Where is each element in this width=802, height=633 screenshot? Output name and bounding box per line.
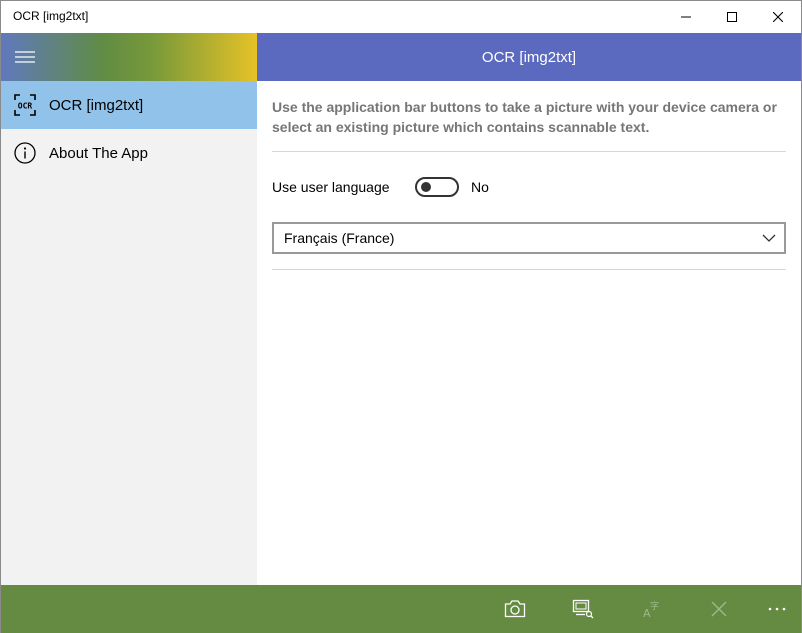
nav-label-ocr: OCR [img2txt] (49, 96, 144, 114)
camera-button[interactable] (491, 585, 539, 633)
nav-item-about[interactable]: About The App (1, 129, 257, 177)
camera-icon (504, 600, 526, 618)
navigation-pane: OCR OCR [img2txt] About The App (1, 33, 257, 585)
application-bar: A 字 (1, 585, 801, 633)
language-selected-value: Français (France) (284, 230, 395, 246)
svg-text:OCR: OCR (18, 102, 33, 111)
clear-icon (711, 601, 727, 617)
nav-label-about: About The App (49, 144, 148, 162)
toggle-knob (421, 182, 431, 192)
user-language-label: Use user language (272, 179, 390, 195)
info-icon (1, 129, 49, 177)
more-button[interactable] (753, 585, 801, 633)
app-window: OCR [img2txt] OCR OCR [img2txt] About Th… (0, 0, 802, 633)
hamburger-icon (15, 51, 35, 63)
minimize-button[interactable] (663, 1, 709, 33)
page-title: OCR [img2txt] (481, 48, 577, 66)
browse-picture-button[interactable] (559, 585, 607, 633)
ocr-scan-icon: OCR (1, 81, 49, 129)
hamburger-button[interactable] (1, 33, 49, 81)
content-area: OCR [img2txt] Use the application bar bu… (257, 33, 801, 585)
more-icon (768, 607, 786, 611)
translate-button[interactable]: A 字 (628, 585, 676, 633)
intro-text: Use the application bar buttons to take … (272, 99, 777, 135)
nav-item-ocr[interactable]: OCR OCR [img2txt] (1, 81, 257, 129)
divider (272, 269, 786, 270)
browse-picture-icon (572, 599, 594, 619)
user-language-state: No (471, 179, 489, 195)
close-button[interactable] (755, 1, 801, 33)
page-header: OCR [img2txt] (257, 33, 801, 81)
clear-button[interactable] (695, 585, 743, 633)
divider (272, 151, 786, 152)
translate-icon: A 字 (643, 600, 659, 619)
close-icon (773, 12, 783, 22)
title-bar: OCR [img2txt] (1, 1, 801, 33)
window-title: OCR [img2txt] (13, 9, 89, 23)
minimize-icon (681, 16, 691, 18)
user-language-toggle[interactable] (415, 177, 459, 197)
maximize-icon (727, 12, 737, 22)
user-language-row: Use user language No (272, 175, 489, 199)
maximize-button[interactable] (709, 1, 755, 33)
svg-text:字: 字 (650, 600, 659, 612)
pane-header (1, 33, 257, 81)
chevron-down-icon (762, 234, 776, 242)
language-dropdown[interactable]: Français (France) (272, 222, 786, 254)
